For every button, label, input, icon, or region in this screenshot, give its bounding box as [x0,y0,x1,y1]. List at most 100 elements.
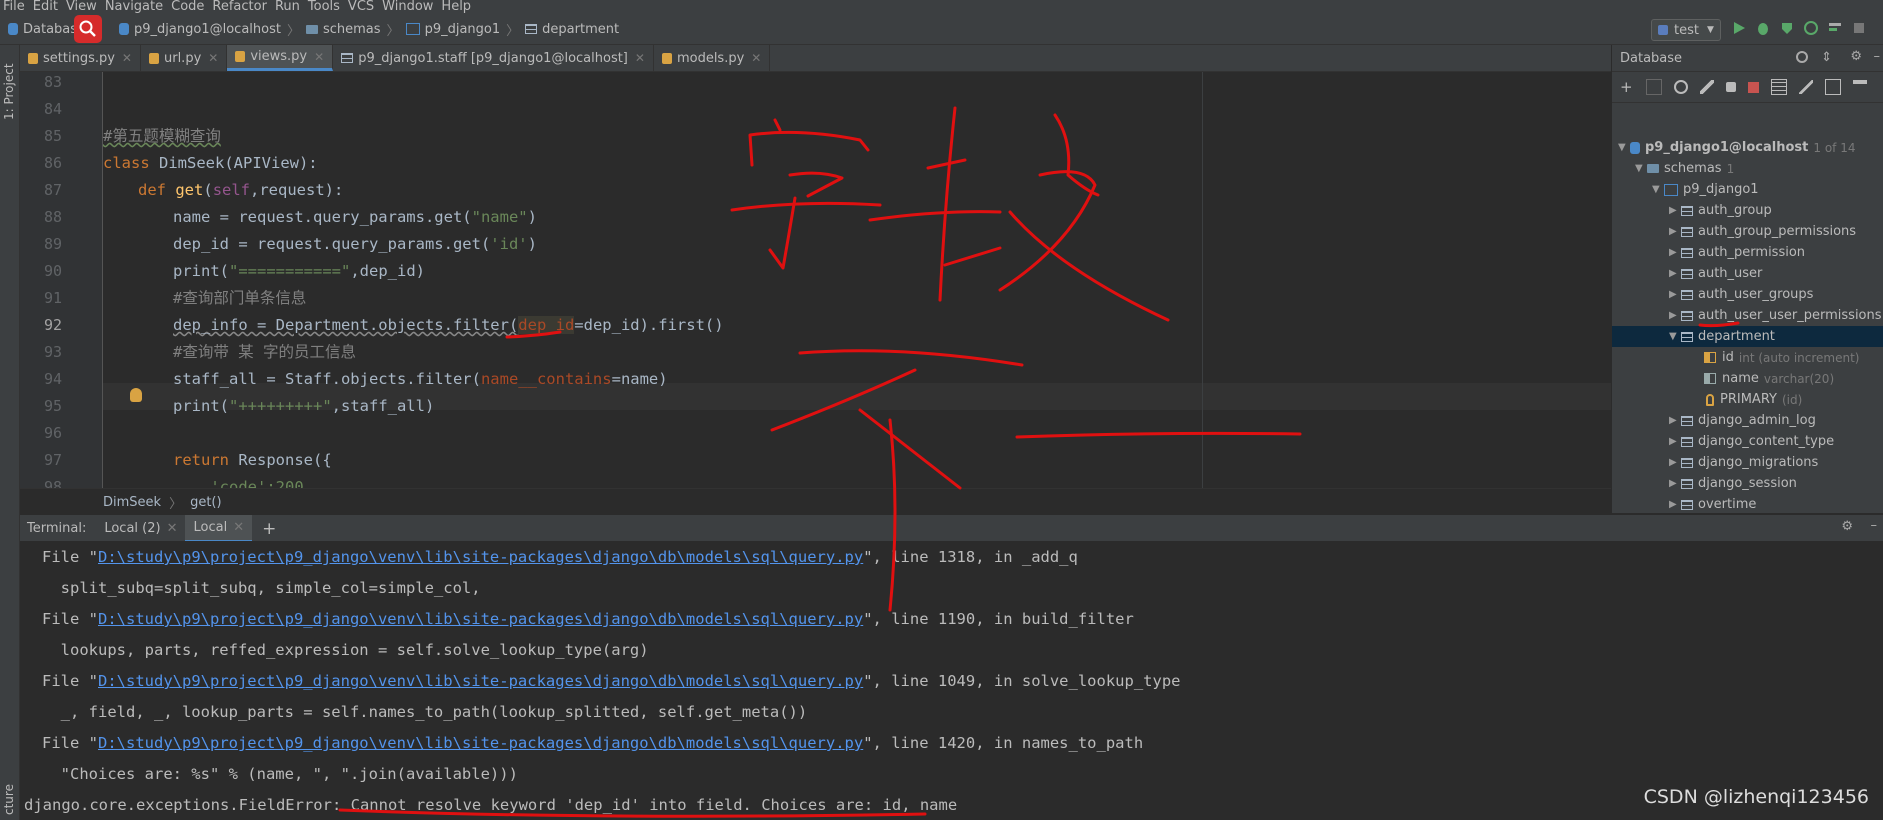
close-icon[interactable]: ✕ [751,51,761,65]
run-icon[interactable] [1732,21,1746,35]
terminal-output[interactable]: File "D:\study\p9\project\p9_django\venv… [20,541,1883,820]
debug-icon[interactable] [1756,21,1770,35]
editor-tab-bar: settings.py ✕ url.py ✕ views.py ✕ p9_django… [20,45,1611,72]
tab-staff-table[interactable]: p9_django1.staff [p9_django1@localhost] ✕ [333,45,654,71]
table-icon [1681,436,1693,447]
edit-icon[interactable] [1799,80,1813,94]
collapse-icon[interactable]: ⇕ [1821,50,1832,65]
menu-view[interactable]: View [66,0,97,14]
database-panel-header: Database ⇕ ⚙ – [1612,45,1883,72]
file-link[interactable]: D:\study\p9\project\p9_django\venv\lib\s… [98,672,863,690]
tree-table[interactable]: ▶ django_admin_log [1669,410,1883,431]
minimize-icon[interactable]: – [1874,49,1881,64]
menu-code[interactable]: Code [171,0,204,14]
tree-table[interactable]: ▶ auth_permission [1669,242,1883,263]
tree-table[interactable]: ▶ auth_group_permissions [1669,221,1883,242]
tree-primary-key[interactable]: PRIMARY (id) [1706,389,1883,410]
tree-table[interactable]: ▶ auth_group [1669,200,1883,221]
tree-table[interactable]: ▶ django_content_type [1669,431,1883,452]
menu-navigate[interactable]: Navigate [105,0,163,14]
copy-icon[interactable] [1646,79,1662,95]
table-view-icon[interactable] [1771,79,1787,95]
breadcrumb-method[interactable]: get() [190,495,222,510]
line-number: 97 [43,451,62,469]
lightbulb-icon[interactable] [130,388,142,402]
line-number: 86 [43,154,62,172]
add-icon[interactable]: + [1620,80,1634,95]
file-link[interactable]: D:\study\p9\project\p9_django\venv\lib\s… [98,610,863,628]
code-editor[interactable]: 83 84 85 86 87 88 89 90 91 92 93 94 95 9… [20,72,1611,488]
menu-tools[interactable]: Tools [308,0,340,14]
tree-table[interactable]: ▶ auth_user [1669,263,1883,284]
console-icon[interactable] [1726,82,1736,92]
close-icon[interactable]: ✕ [167,521,178,536]
menu-help[interactable]: Help [441,0,471,14]
code-line-97: return Response({ [173,451,332,469]
stop-icon[interactable] [1748,81,1759,93]
terminal-tab-active[interactable]: Local ✕ [185,515,253,542]
minimize-icon[interactable]: – [1871,518,1878,533]
tree-datasource[interactable]: ▼ p9_django1@localhost 1 of 14 [1618,137,1883,158]
crumb-schema[interactable]: p9_django1 〉 [405,20,519,39]
line-number: 93 [43,343,62,361]
menu-run[interactable]: Run [275,0,300,14]
structure-tool-tab[interactable]: cture [2,784,18,815]
new-terminal-button[interactable]: + [262,519,276,539]
tab-url-py[interactable]: url.py ✕ [141,45,228,71]
line-number: 98 [43,478,62,488]
close-icon[interactable]: ✕ [635,51,645,65]
schema-sync-icon[interactable] [1700,80,1714,94]
terminal-tab[interactable]: Local (2) ✕ [96,515,185,542]
menu-refactor[interactable]: Refactor [212,0,267,14]
crumb-datasource[interactable]: p9_django1@localhost 〉 [119,20,300,39]
tree-column-name[interactable]: name varchar(20) [1704,368,1883,389]
tab-models-py[interactable]: models.py ✕ [654,45,771,71]
concurrency-icon[interactable] [1828,21,1842,35]
tab-settings-py[interactable]: settings.py ✕ [20,45,141,71]
close-icon[interactable]: ✕ [122,51,132,65]
filter-icon[interactable] [1853,80,1867,94]
profile-icon[interactable] [1804,21,1818,35]
target-icon[interactable] [1796,51,1808,63]
code-line-98: 'code':200, [173,478,313,488]
close-icon[interactable]: ✕ [233,520,244,535]
terminal-line: "Choices are: %s" % (name, ", ".join(ava… [42,765,518,783]
tree-table[interactable]: ▶ django_session [1669,473,1883,494]
menu-vcs[interactable]: VCS [348,0,374,14]
file-link[interactable]: D:\study\p9\project\p9_django\venv\lib\s… [98,548,863,566]
stop-icon[interactable] [1852,21,1866,35]
refresh-icon[interactable] [1674,80,1688,94]
close-icon[interactable]: ✕ [314,50,324,64]
crumb-table[interactable]: department [525,22,619,37]
gear-icon[interactable]: ⚙ [1850,49,1862,64]
tree-schema[interactable]: ▼ p9_django1 [1652,179,1883,200]
coverage-icon[interactable] [1780,21,1794,35]
menu-edit[interactable]: Edit [33,0,58,14]
table-icon [1681,310,1693,321]
project-tool-tab[interactable]: 1: Project [2,56,18,120]
run-configuration-select[interactable]: test ▼ [1651,19,1721,41]
tree-table[interactable]: ▶ overtime [1669,494,1883,513]
gear-icon[interactable]: ⚙ [1841,519,1853,534]
structure-breadcrumb: DimSeek 〉 get() [20,488,1611,515]
tree-table[interactable]: ▶ auth_user_user_permissions [1669,305,1883,326]
tree-table-department[interactable]: ▼ department [1612,326,1883,347]
ddl-icon[interactable] [1825,79,1841,95]
menu-file[interactable]: File [3,0,25,14]
menu-window[interactable]: Window [382,0,433,14]
search-everywhere-button[interactable] [74,15,102,43]
tree-schemas[interactable]: ▼ schemas 1 [1635,158,1883,179]
line-number: 87 [43,181,62,199]
tab-views-py[interactable]: views.py ✕ [227,45,334,71]
crumb-schemas[interactable]: schemas 〉 [305,20,400,39]
tree-column-id[interactable]: id int (auto increment) [1704,347,1883,368]
table-icon [1681,478,1693,489]
breadcrumb-class[interactable]: DimSeek [103,495,161,510]
python-file-icon [28,52,38,64]
close-icon[interactable]: ✕ [208,51,218,65]
tree-table[interactable]: ▶ auth_user_groups [1669,284,1883,305]
tree-table[interactable]: ▶ django_migrations [1669,452,1883,473]
table-icon [1681,247,1693,258]
line-number: 84 [43,100,62,118]
file-link[interactable]: D:\study\p9\project\p9_django\venv\lib\s… [98,734,863,752]
